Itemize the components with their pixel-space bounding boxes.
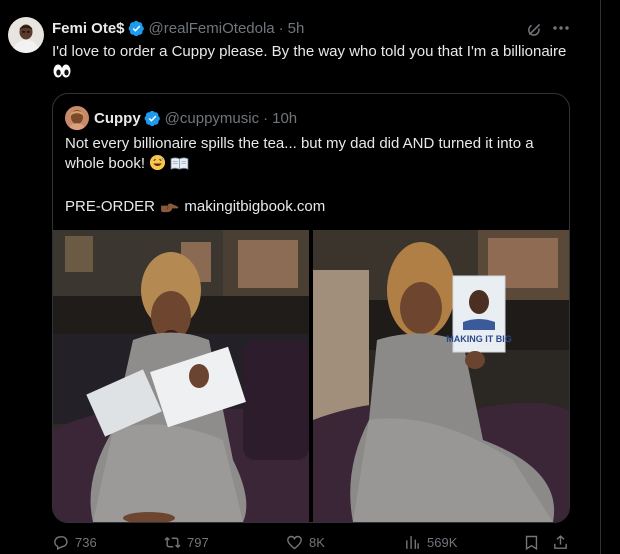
tweet-text: I'd love to order a Cuppy please. By the… [52, 42, 572, 85]
verified-badge-icon[interactable] [144, 110, 161, 127]
quoted-line-1-text: Not every billionaire spills the tea... … [65, 135, 534, 172]
bookmark-button[interactable] [523, 534, 546, 551]
photo-reading-book[interactable] [53, 230, 309, 522]
quoted-author-name[interactable]: Cuppy [94, 110, 141, 127]
reply-count: 736 [75, 535, 97, 550]
quoted-line-2: PRE-ORDER makingitbigbook.com [65, 197, 557, 220]
tweet-header: Femi Ote$ @realFemiOtedola · 5h [52, 18, 304, 38]
quoted-tweet[interactable]: Cuppy @cuppymusic · 10h Not every billio… [52, 93, 570, 523]
bookmark-icon [525, 535, 538, 551]
more-icon[interactable] [551, 18, 571, 38]
quoted-author-avatar[interactable] [65, 106, 89, 130]
reply-button[interactable]: 736 [52, 534, 97, 551]
separator-dot: · [278, 19, 284, 37]
open-book-emoji-icon [170, 156, 189, 177]
repost-count: 797 [187, 535, 209, 550]
quoted-line-1: Not every billionaire spills the tea... … [65, 134, 557, 177]
reply-icon [54, 536, 68, 551]
photo-holding-book[interactable]: MAKING IT BIG [313, 230, 569, 522]
share-icon [554, 535, 567, 549]
preorder-text: PRE-ORDER [65, 198, 156, 215]
like-count: 8K [309, 535, 325, 550]
repost-button[interactable]: 797 [164, 534, 209, 551]
views-count: 569K [427, 535, 458, 550]
tweet-time[interactable]: 5h [288, 20, 305, 37]
separator-dot: · [263, 109, 269, 127]
like-icon [287, 535, 302, 550]
views-button[interactable]: 569K [404, 534, 457, 551]
tweet-actions-bar: 736 797 8K 569K [52, 532, 572, 554]
like-button[interactable]: 8K [286, 534, 325, 551]
eyes-emoji-icon [52, 63, 72, 85]
author-avatar[interactable] [8, 17, 44, 53]
grinning-sweat-emoji-icon [149, 154, 166, 177]
views-icon [406, 536, 419, 549]
quoted-tweet-header: Cuppy @cuppymusic · 10h [65, 106, 297, 130]
book-cover-title: MAKING IT BIG [446, 334, 512, 344]
author-name[interactable]: Femi Ote$ [52, 20, 125, 37]
quoted-tweet-text: Not every billionaire spills the tea... … [65, 134, 557, 220]
pointing-hand-emoji-icon [159, 200, 180, 220]
share-button[interactable] [552, 534, 575, 551]
book-link[interactable]: makingitbigbook.com [184, 198, 325, 215]
right-column-divider [600, 0, 601, 554]
verified-badge-icon[interactable] [128, 20, 145, 37]
quoted-author-handle[interactable]: @cuppymusic [165, 110, 259, 127]
author-handle[interactable]: @realFemiOtedola [149, 20, 275, 37]
tweet-body: I'd love to order a Cuppy please. By the… [52, 43, 567, 60]
grok-icon[interactable] [526, 21, 543, 38]
quoted-tweet-time[interactable]: 10h [272, 110, 297, 127]
repost-icon [164, 537, 181, 548]
